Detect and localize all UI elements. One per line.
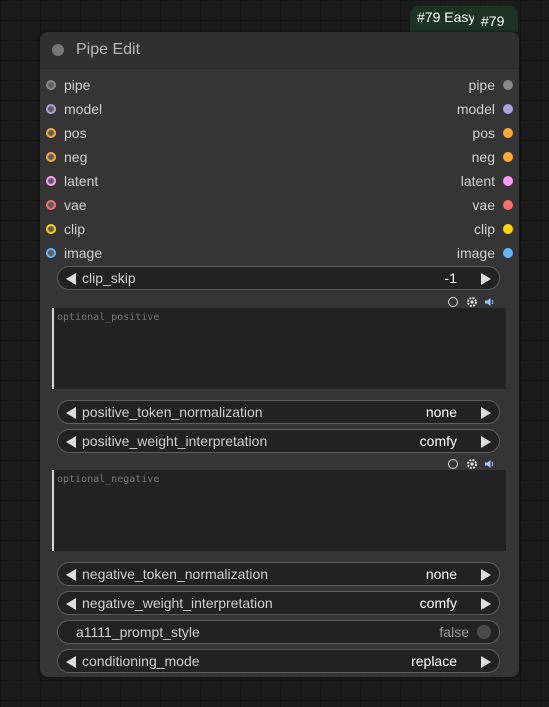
output-label: neg [471, 149, 495, 165]
input-label: image [64, 245, 103, 261]
output-dot[interactable] [503, 200, 513, 210]
toggle-knob[interactable] [477, 625, 491, 639]
conditioning-mode-widget[interactable]: conditioning_mode replace [57, 649, 500, 673]
a1111-prompt-style-toggle[interactable]: a1111_prompt_style false [57, 620, 500, 644]
output-slot-vae[interactable]: vae [413, 195, 513, 215]
widget-value: -1 [444, 270, 457, 286]
input-dot[interactable] [46, 224, 56, 234]
optional-negative-textarea[interactable]: optional_negative [52, 470, 506, 551]
output-dot[interactable] [503, 224, 513, 234]
output-slot-pipe[interactable]: pipe [413, 75, 513, 95]
input-label: vae [64, 197, 87, 213]
input-dot[interactable] [46, 80, 56, 90]
output-label: vae [472, 197, 495, 213]
textarea-placeholder: optional_negative [57, 474, 160, 485]
increment-arrow-icon[interactable] [481, 656, 491, 668]
node-badge: #79 Easy #79 [410, 6, 518, 32]
gear-icon[interactable] [466, 458, 478, 470]
widget-label: negative_token_normalization [82, 566, 269, 582]
output-slot-clip[interactable]: clip [413, 219, 513, 239]
output-label: clip [473, 221, 495, 237]
widget-value: false [439, 624, 469, 640]
output-label: pipe [468, 77, 495, 93]
negative-weight-interpretation-widget[interactable]: negative_weight_interpretation comfy [57, 591, 500, 615]
decrement-arrow-icon[interactable] [66, 436, 76, 448]
pipe-edit-node[interactable]: Pipe Edit pipe model pos neg latent vae … [40, 32, 519, 677]
widget-label: clip_skip [82, 270, 136, 286]
increment-arrow-icon[interactable] [481, 273, 491, 285]
output-slot-latent[interactable]: latent [413, 171, 513, 191]
input-label: clip [64, 221, 86, 237]
output-dot[interactable] [503, 80, 513, 90]
negative-textarea-toolbar [448, 458, 498, 470]
decrement-arrow-icon[interactable] [66, 407, 76, 419]
increment-arrow-icon[interactable] [481, 569, 491, 581]
input-label: pipe [64, 77, 91, 93]
node-badge-id: #79 [474, 8, 518, 32]
input-label: neg [64, 149, 88, 165]
input-dot[interactable] [46, 176, 56, 186]
speaker-icon[interactable] [484, 458, 496, 470]
output-dot[interactable] [503, 128, 513, 138]
output-label: latent [460, 173, 495, 189]
increment-arrow-icon[interactable] [481, 598, 491, 610]
input-dot[interactable] [46, 200, 56, 210]
widget-value: replace [411, 653, 457, 669]
output-dot[interactable] [503, 176, 513, 186]
input-dot[interactable] [46, 248, 56, 258]
output-slot-model[interactable]: model [413, 99, 513, 119]
gear-icon[interactable] [466, 296, 478, 308]
output-label: model [456, 101, 495, 117]
node-title: Pipe Edit [76, 41, 141, 58]
input-label: model [64, 101, 103, 117]
speaker-icon[interactable] [484, 296, 496, 308]
output-dot[interactable] [503, 248, 513, 258]
widget-label: conditioning_mode [82, 653, 200, 669]
decrement-arrow-icon[interactable] [66, 598, 76, 610]
decrement-arrow-icon[interactable] [66, 656, 76, 668]
clip-skip-widget[interactable]: clip_skip -1 [57, 266, 500, 290]
decrement-arrow-icon[interactable] [66, 273, 76, 285]
increment-arrow-icon[interactable] [481, 436, 491, 448]
output-slot-neg[interactable]: neg [413, 147, 513, 167]
widget-label: negative_weight_interpretation [82, 595, 273, 611]
widget-value: comfy [419, 595, 457, 611]
node-badge-text: #79 Easy [417, 9, 476, 25]
increment-arrow-icon[interactable] [481, 407, 491, 419]
widget-value: comfy [419, 433, 457, 449]
input-dot[interactable] [46, 128, 56, 138]
widget-label: positive_weight_interpretation [82, 433, 268, 449]
output-slot-pos[interactable]: pos [413, 123, 513, 143]
decrement-arrow-icon[interactable] [66, 569, 76, 581]
output-dot[interactable] [503, 152, 513, 162]
collapse-toggle[interactable] [52, 44, 64, 56]
output-dot[interactable] [503, 104, 513, 114]
widget-label: a1111_prompt_style [76, 624, 200, 640]
input-label: latent [64, 173, 99, 189]
output-label: pos [472, 125, 495, 141]
textarea-placeholder: optional_positive [57, 312, 160, 323]
widget-label: positive_token_normalization [82, 404, 263, 420]
output-slot-image[interactable]: image [413, 243, 513, 263]
node-header[interactable]: Pipe Edit [40, 32, 519, 69]
circle-icon[interactable] [448, 459, 458, 469]
positive-weight-interpretation-widget[interactable]: positive_weight_interpretation comfy [57, 429, 500, 453]
widget-value: none [425, 566, 457, 582]
positive-textarea-toolbar [448, 296, 498, 308]
negative-token-normalization-widget[interactable]: negative_token_normalization none [57, 562, 500, 586]
positive-token-normalization-widget[interactable]: positive_token_normalization none [57, 400, 500, 424]
input-dot[interactable] [46, 152, 56, 162]
input-label: pos [64, 125, 87, 141]
input-dot[interactable] [46, 104, 56, 114]
output-label: image [456, 245, 495, 261]
circle-icon[interactable] [448, 297, 458, 307]
widget-value: none [425, 404, 457, 420]
optional-positive-textarea[interactable]: optional_positive [52, 308, 506, 389]
